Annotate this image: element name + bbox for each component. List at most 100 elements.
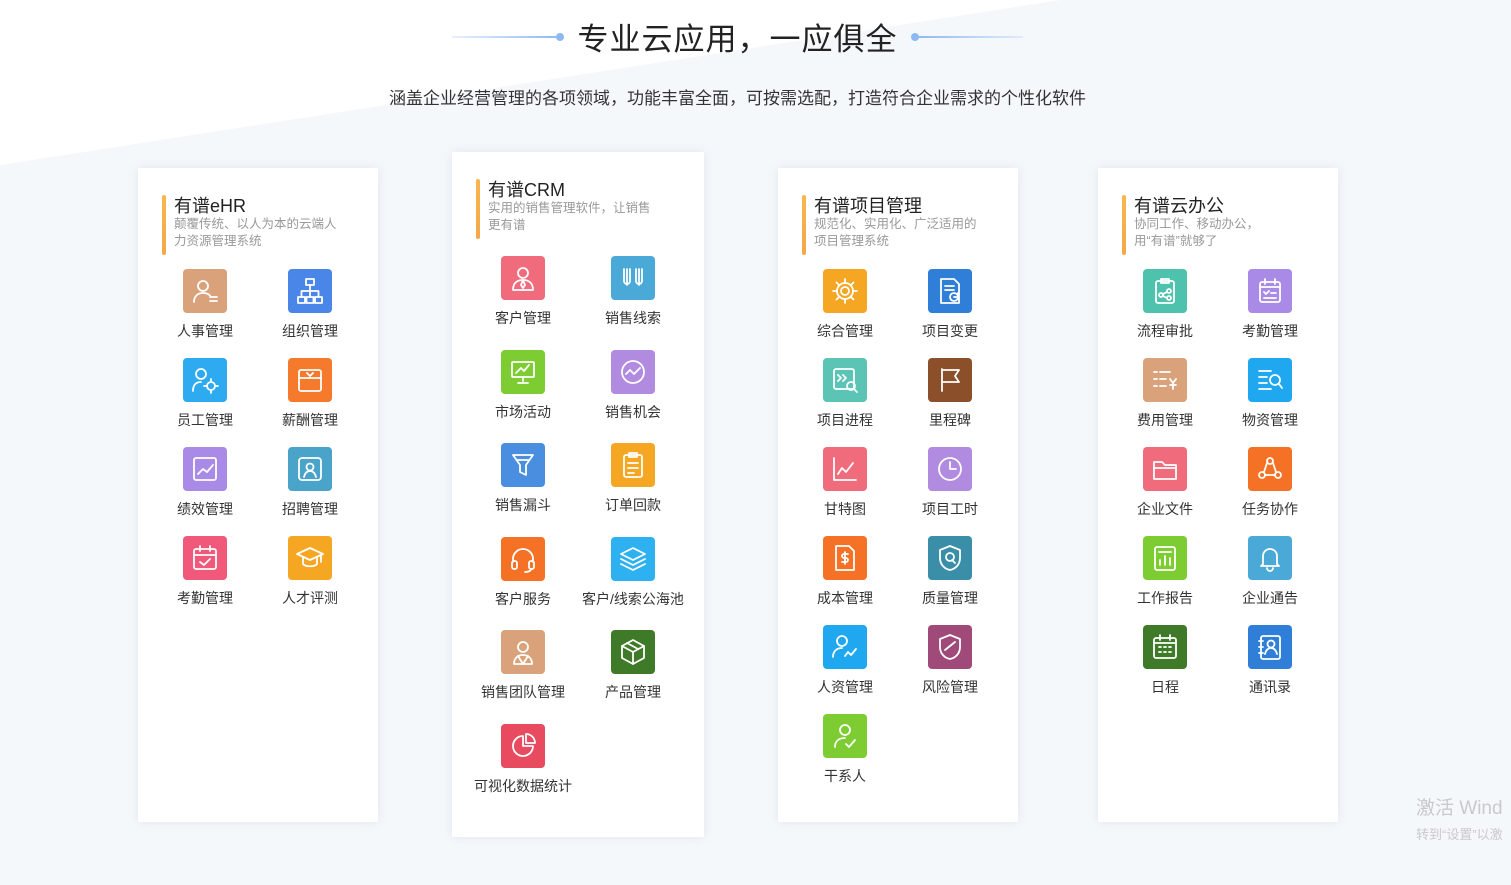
- card-desc-line: 实用的销售管理软件，让销售: [488, 201, 651, 215]
- app-item[interactable]: 项目变更: [885, 269, 1015, 345]
- card-title: 有谱eHR: [174, 196, 247, 216]
- icon-tile: [611, 256, 655, 300]
- document-refresh-icon: [940, 278, 960, 304]
- app-item[interactable]: 风险管理: [885, 625, 1015, 701]
- icon-tile: [611, 443, 655, 487]
- icon-tile: [823, 358, 867, 402]
- pie-chart-icon: [512, 732, 536, 757]
- app-item[interactable]: 通讯录: [1205, 625, 1335, 701]
- app-item-label: 薪酬管理: [282, 412, 338, 428]
- card-description: 协同工作、移动办公， 用“有谱”就够了: [1134, 216, 1259, 250]
- bell-icon: [1260, 548, 1280, 572]
- icon-tile: [501, 256, 545, 300]
- report-chart-icon: [1154, 546, 1176, 571]
- app-item-label: 风险管理: [922, 679, 978, 695]
- app-item-label: 产品管理: [605, 684, 661, 700]
- card-description: 实用的销售管理软件，让销售 更有谱: [488, 200, 651, 234]
- app-item[interactable]: 组织管理: [245, 269, 375, 345]
- headset-icon: [511, 547, 535, 573]
- icon-tile: [501, 536, 545, 581]
- app-item[interactable]: 人才评测: [245, 536, 375, 612]
- icon-tile: [288, 447, 332, 491]
- icon-tile: [1248, 447, 1292, 491]
- salary-icon: [298, 369, 322, 392]
- layers-icon: [620, 546, 646, 571]
- app-item[interactable]: 客户/线索公海池: [568, 536, 698, 613]
- app-item-label: 任务协作: [1242, 501, 1298, 517]
- icon-tile: [928, 358, 972, 402]
- schedule-calendar-icon: [1153, 634, 1177, 659]
- icon-tile: [1248, 536, 1292, 580]
- cost-document-icon: [835, 545, 855, 571]
- app-item[interactable]: 干系人: [780, 714, 910, 790]
- app-item[interactable]: 企业通告: [1205, 536, 1335, 612]
- app-item-label: 里程碑: [929, 412, 971, 428]
- gear-icon: [832, 278, 858, 304]
- recruit-icon: [298, 457, 322, 481]
- card-title: 有谱CRM: [488, 180, 565, 200]
- graduation-cap-icon: [296, 547, 324, 568]
- personnel-icon: [193, 280, 218, 303]
- stakeholder-icon: [834, 724, 856, 748]
- app-item[interactable]: 薪酬管理: [245, 358, 375, 434]
- employee-settings-icon: [192, 368, 219, 394]
- watermark-line: 激活 Wind: [1416, 798, 1503, 819]
- app-item[interactable]: 产品管理: [568, 630, 698, 706]
- app-item-label: 人才评测: [282, 590, 338, 606]
- icon-tile: [501, 349, 545, 394]
- milestone-flag-icon: [941, 368, 960, 392]
- performance-chart-icon: [193, 457, 217, 481]
- icon-tile: [501, 443, 545, 487]
- app-item-label: 销售线索: [605, 310, 661, 326]
- app-item[interactable]: 质量管理: [885, 536, 1015, 612]
- risk-shield-icon: [939, 634, 961, 660]
- icon-tile: [611, 536, 655, 581]
- inventory-search-icon: [1258, 370, 1283, 390]
- app-item-label: 物资管理: [1242, 412, 1298, 428]
- icon-tile: [611, 349, 655, 394]
- app-item-label: 质量管理: [922, 590, 978, 606]
- accent-bar: [1122, 195, 1126, 255]
- app-item[interactable]: 可视化数据统计: [458, 723, 588, 800]
- app-item-label: 项目变更: [922, 323, 978, 339]
- card-desc-line: 规范化、实用化、广泛适用的: [814, 217, 977, 231]
- icon-tile: [183, 536, 227, 580]
- card-desc-line: 力资源管理系统: [174, 234, 262, 248]
- folder-icon: [1153, 461, 1177, 480]
- icon-tile: [928, 269, 972, 313]
- customer-icon: [512, 267, 534, 291]
- app-item[interactable]: 招聘管理: [245, 447, 375, 523]
- icon-tile: [1143, 358, 1187, 402]
- app-item-label: 考勤管理: [1242, 323, 1298, 339]
- icon-tile: [1143, 536, 1187, 580]
- accent-bar: [476, 179, 480, 239]
- page-subtitle: 涵盖企业经营管理的各项领域，功能丰富全面，可按需选配，打造符合企业需求的个性化软…: [389, 89, 1086, 108]
- calendar-check-icon: [193, 545, 217, 570]
- product-box-icon: [621, 639, 645, 665]
- opportunity-icon: [621, 359, 645, 384]
- app-item[interactable]: 销售线索: [568, 256, 698, 332]
- app-item[interactable]: 订单回款: [568, 443, 698, 519]
- app-item[interactable]: 考勤管理: [1205, 269, 1335, 345]
- progress-search-icon: [833, 368, 858, 393]
- app-item-label: 组织管理: [282, 323, 338, 339]
- icon-tile: [823, 447, 867, 491]
- icon-tile: [823, 714, 867, 758]
- section-header: 专业云应用，一应俱全 涵盖企业经营管理的各项领域，功能丰富全面，可按需选配，打造…: [0, 0, 1511, 130]
- icon-tile: [183, 447, 227, 491]
- card-desc-line: 用“有谱”就够了: [1134, 234, 1218, 248]
- app-item[interactable]: 里程碑: [885, 358, 1015, 434]
- icon-tile: [1143, 447, 1187, 491]
- quality-shield-icon: [939, 545, 961, 571]
- app-item-label: 通讯录: [1249, 679, 1291, 695]
- card-description: 规范化、实用化、广泛适用的 项目管理系统: [814, 216, 977, 250]
- app-item[interactable]: 项目工时: [885, 447, 1015, 523]
- team-icon: [513, 641, 533, 665]
- app-item[interactable]: 任务协作: [1205, 447, 1335, 523]
- icon-tile: [928, 536, 972, 580]
- app-item[interactable]: 物资管理: [1205, 358, 1335, 434]
- app-item[interactable]: 销售机会: [568, 349, 698, 426]
- card-ehr: 有谱eHR 颠覆传统、以人为本的云端人 力资源管理系统 人事管理 组织管理 员工管理…: [138, 168, 378, 822]
- app-item-label: 企业通告: [1242, 590, 1298, 606]
- funnel-icon: [512, 454, 534, 476]
